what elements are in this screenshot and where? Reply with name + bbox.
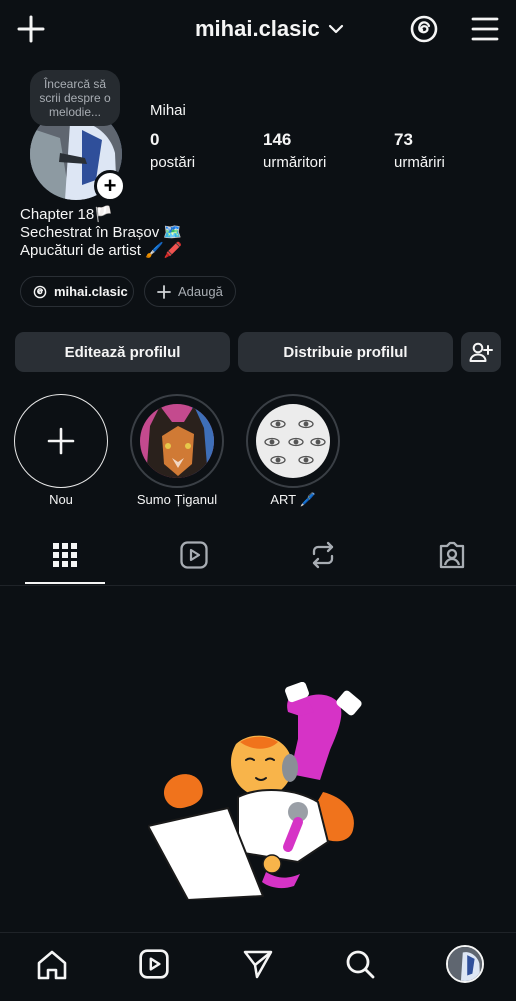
bio-line: Apucături de artist 🖌️🖍️ bbox=[20, 242, 183, 259]
search-icon[interactable] bbox=[344, 948, 378, 982]
reels-icon[interactable] bbox=[138, 948, 172, 982]
highlight-label: Sumo Țiganul bbox=[136, 492, 218, 507]
account-switcher[interactable]: mihai.clasic bbox=[195, 16, 344, 42]
stat-value: 73 bbox=[394, 130, 413, 149]
tab-reels[interactable] bbox=[179, 540, 208, 572]
menu-icon[interactable] bbox=[471, 15, 499, 43]
bio-line: Sechestrat în Brașov 🗺️ bbox=[20, 224, 183, 241]
reels-icon bbox=[179, 540, 208, 570]
add-link-label: Adaugă bbox=[178, 284, 223, 299]
home-icon[interactable] bbox=[35, 948, 69, 982]
share-profile-button[interactable]: Distribuie profilul bbox=[238, 332, 453, 372]
stat-value: 0 bbox=[150, 130, 160, 149]
highlight-label: ART 🖊️ bbox=[270, 492, 316, 507]
new-post-icon[interactable] bbox=[16, 14, 46, 44]
threads-icon[interactable] bbox=[409, 14, 439, 44]
bottom-nav bbox=[0, 932, 516, 1001]
tagged-person-icon bbox=[437, 540, 465, 570]
tab-grid[interactable] bbox=[51, 540, 79, 572]
top-bar: mihai.clasic bbox=[0, 0, 516, 60]
add-person-icon bbox=[469, 341, 493, 363]
stat-value: 146 bbox=[263, 130, 292, 149]
highlight-label: Nou bbox=[49, 492, 73, 507]
threads-icon bbox=[33, 285, 47, 299]
discover-people-button[interactable] bbox=[461, 332, 501, 372]
tab-tagged[interactable] bbox=[437, 540, 465, 572]
eyes-sketch-photo bbox=[256, 404, 330, 478]
active-tab-indicator bbox=[25, 582, 105, 584]
stat-label: postări bbox=[150, 154, 196, 171]
stat-followers[interactable]: 146 urmăritori bbox=[263, 130, 326, 171]
add-story-button[interactable]: + bbox=[94, 170, 126, 202]
empty-state-illustration bbox=[148, 682, 373, 900]
plus-icon bbox=[47, 427, 75, 455]
add-link-chip[interactable]: Adaugă bbox=[144, 276, 236, 307]
stat-label: urmăritori bbox=[263, 154, 327, 171]
stat-label: urmăriri bbox=[394, 154, 445, 171]
direct-messages-icon[interactable] bbox=[242, 948, 276, 982]
note-text: Încearcă să scrii despre o melodie... bbox=[39, 77, 111, 119]
chevron-down-icon bbox=[328, 23, 344, 35]
stat-following[interactable]: 73 urmăriri bbox=[394, 130, 445, 171]
bio: Chapter 18🏳️ Sechestrat în Brașov 🗺️ Apu… bbox=[20, 206, 182, 260]
grid-icon bbox=[51, 540, 79, 570]
tab-reposts[interactable] bbox=[308, 540, 336, 572]
highlight-new[interactable] bbox=[14, 394, 108, 488]
highlight-art[interactable] bbox=[246, 394, 340, 488]
threads-link-label: mihai.clasic bbox=[54, 284, 128, 299]
highlight-sumo[interactable] bbox=[130, 394, 224, 488]
bio-line: Chapter 18🏳️ bbox=[20, 206, 113, 223]
share-profile-label: Distribuie profilul bbox=[283, 343, 408, 361]
threads-link-chip[interactable]: mihai.clasic bbox=[20, 276, 134, 307]
display-name: Mihai bbox=[150, 102, 186, 119]
plus-icon bbox=[157, 284, 171, 299]
note-bubble[interactable]: Încearcă să scrii despre o melodie... bbox=[30, 70, 120, 126]
cat-photo bbox=[140, 404, 214, 478]
profile-avatar-icon[interactable] bbox=[446, 945, 484, 983]
stat-posts[interactable]: 0 postări bbox=[150, 130, 195, 171]
edit-profile-label: Editează profilul bbox=[64, 343, 181, 361]
divider bbox=[0, 585, 516, 586]
edit-profile-button[interactable]: Editează profilul bbox=[15, 332, 230, 372]
username-label: mihai.clasic bbox=[195, 16, 320, 41]
repost-icon bbox=[308, 540, 336, 570]
